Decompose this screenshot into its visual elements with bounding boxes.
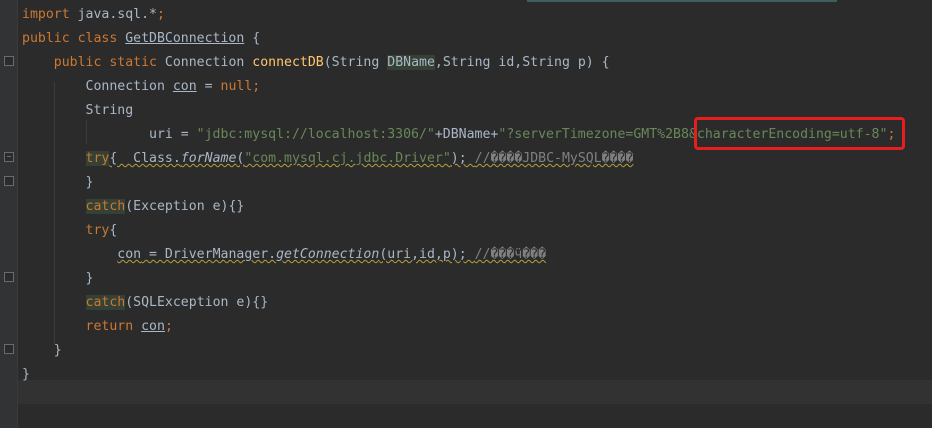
code-token: try: [85, 151, 110, 166]
code-token: }: [22, 343, 62, 358]
code-token: import: [22, 7, 78, 22]
highlight-annotation-box: [694, 117, 905, 150]
code-line[interactable]: }: [22, 363, 30, 387]
code-token: =: [196, 79, 221, 94]
code-token: java.sql.*: [77, 7, 157, 22]
code-token: ;: [252, 79, 261, 94]
code-line[interactable]: catch(Exception e){}: [22, 195, 244, 219]
code-token: }: [22, 271, 94, 286]
caret-line-highlight: [18, 380, 932, 404]
code-token: //����JDBC-MySQL����: [474, 151, 634, 166]
code-line[interactable]: import java.sql.*;: [22, 3, 165, 27]
code-editor[interactable]: import java.sql.*; public class GetDBConn…: [0, 0, 932, 428]
fold-icon[interactable]: [4, 176, 14, 186]
code-token: connectDB: [252, 55, 324, 70]
code-token: public: [22, 31, 78, 46]
code-token: +DBName+: [434, 127, 499, 142]
code-token: { Class.: [109, 151, 181, 166]
code-token: forName: [180, 151, 237, 166]
code-token: );: [450, 151, 475, 166]
code-line[interactable]: }: [22, 339, 62, 363]
code-token: class: [77, 31, 126, 46]
code-line[interactable]: String: [22, 99, 134, 123]
code-token: con: [172, 79, 197, 94]
code-token: return: [85, 319, 142, 334]
code-token: {: [244, 31, 261, 46]
code-line[interactable]: }: [22, 267, 94, 291]
code-token: public: [53, 55, 110, 70]
code-token: GetDBConnection: [125, 31, 245, 46]
code-token: try: [85, 223, 110, 238]
code-token: }: [22, 367, 30, 382]
code-token: Connection: [164, 55, 253, 70]
code-token: "jdbc:mysql://localhost:3306/": [196, 127, 435, 142]
code-token: uri =: [22, 127, 197, 142]
code-token: }: [22, 175, 94, 190]
code-token: DBName: [387, 55, 435, 70]
code-token: getConnection: [276, 247, 380, 262]
code-token: = DriverManager.: [141, 247, 277, 262]
code-token: //���ӵ���: [474, 247, 547, 262]
code-token: con: [117, 247, 142, 262]
code-line[interactable]: catch(SQLException e){}: [22, 291, 268, 315]
code-token: catch: [85, 199, 126, 214]
code-token: ,String id,String p) {: [434, 55, 610, 70]
fold-icon[interactable]: [4, 344, 14, 354]
code-line[interactable]: }: [22, 171, 94, 195]
code-line[interactable]: return con;: [22, 315, 173, 339]
code-line[interactable]: Connection con = null;: [22, 75, 261, 99]
code-token: con: [141, 319, 165, 334]
code-line[interactable]: public static Connection connectDB(Strin…: [22, 51, 610, 75]
code-token: catch: [85, 295, 126, 310]
tab-indicator: [527, 0, 837, 2]
fold-icon[interactable]: [4, 272, 14, 282]
code-token: String: [22, 103, 134, 118]
code-token: Connection: [22, 79, 173, 94]
code-token: (Exception e){}: [125, 199, 245, 214]
code-line[interactable]: con = DriverManager.getConnection(uri,id…: [22, 243, 546, 267]
code-token: ;: [156, 7, 165, 22]
fold-icon[interactable]: [4, 56, 14, 66]
code-token: ;: [164, 319, 173, 334]
code-token: {: [109, 223, 118, 238]
code-token: static: [109, 55, 165, 70]
gutter-divider: [17, 0, 18, 428]
code-token: (String: [323, 55, 388, 70]
code-line[interactable]: try{ Class.forName("com.mysql.cj.jdbc.Dr…: [22, 147, 633, 171]
code-token: (uri,id,p);: [379, 247, 475, 262]
code-token: (SQLException e){}: [125, 295, 269, 310]
code-token: null: [220, 79, 253, 94]
code-line[interactable]: public class GetDBConnection {: [22, 27, 260, 51]
code-line[interactable]: try{: [22, 219, 118, 243]
fold-icon[interactable]: [4, 152, 14, 162]
editor-gutter: [0, 0, 17, 428]
code-token: "com.mysql.cj.jdbc.Driver": [244, 151, 451, 166]
